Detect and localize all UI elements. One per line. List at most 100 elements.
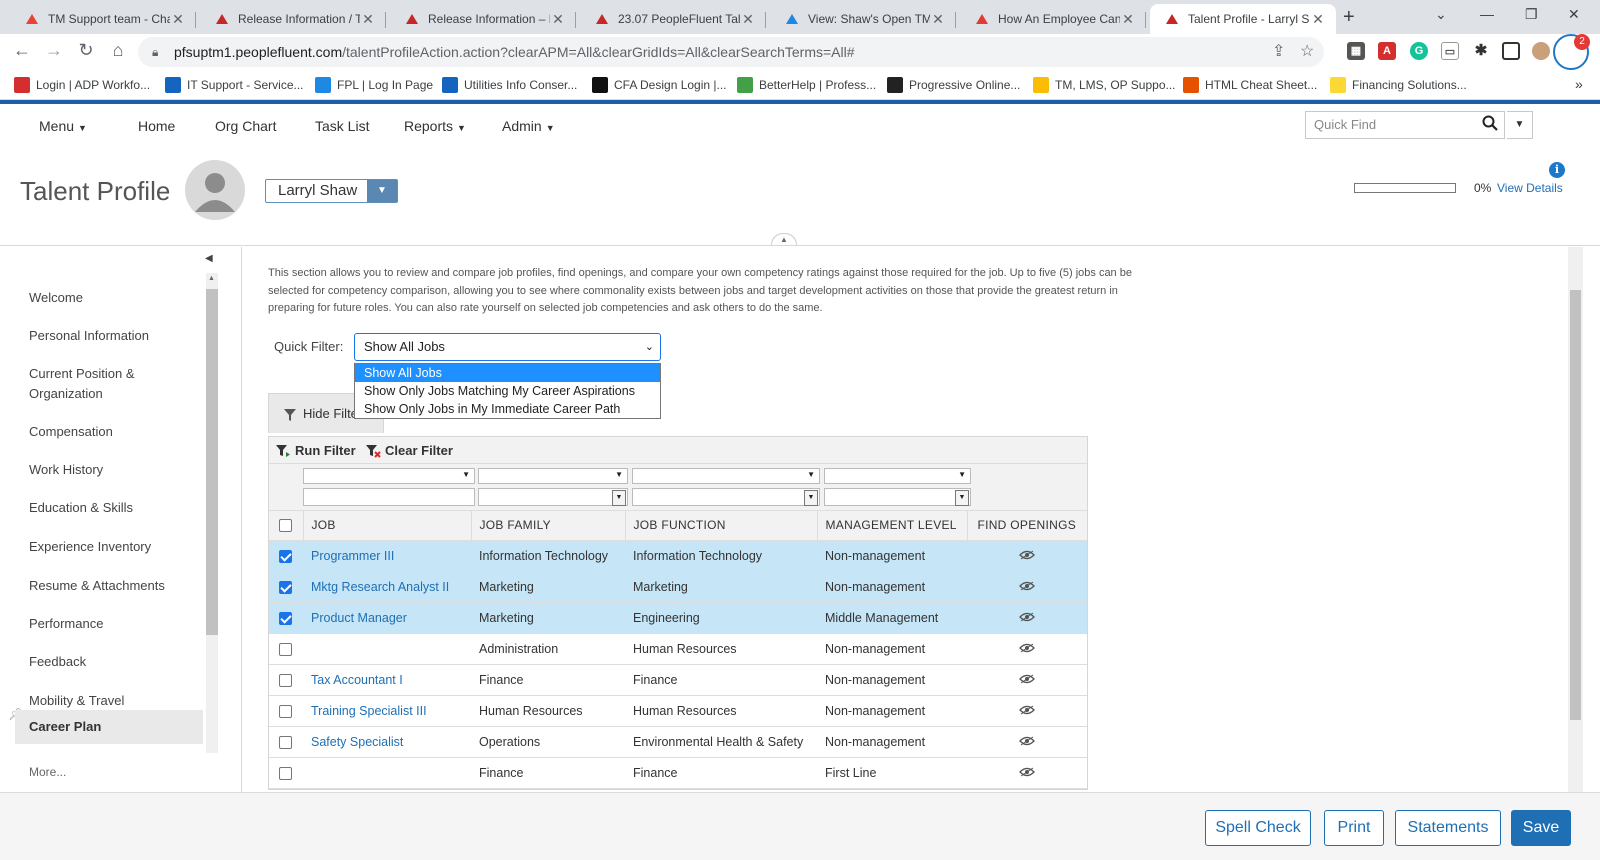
- close-tab-icon[interactable]: ✕: [360, 11, 376, 28]
- nav-admin[interactable]: Admin ▼: [502, 118, 555, 134]
- side-panel-icon[interactable]: [1502, 42, 1520, 60]
- sidebar-item-performance[interactable]: Performance: [29, 614, 189, 634]
- row-checkbox[interactable]: [279, 549, 292, 563]
- sidebar-item-compensation[interactable]: Compensation: [29, 422, 189, 442]
- page-scroll-thumb[interactable]: [1570, 290, 1581, 720]
- bookmark-item[interactable]: Financing Solutions...: [1330, 77, 1467, 93]
- job-filter-input[interactable]: [303, 488, 475, 506]
- row-checkbox[interactable]: [279, 673, 292, 687]
- extension-icon-1[interactable]: ▦: [1347, 42, 1365, 60]
- sidebar-more-link[interactable]: More...: [29, 765, 66, 779]
- spell-check-button[interactable]: Spell Check: [1205, 810, 1311, 846]
- bookmark-item[interactable]: Utilities Info Conser...: [442, 77, 577, 93]
- row-checkbox[interactable]: [279, 735, 292, 749]
- save-button[interactable]: Save: [1511, 810, 1571, 846]
- quick-filter-option[interactable]: Show All Jobs: [355, 364, 660, 382]
- column-header-job-function[interactable]: JOB FUNCTION: [625, 511, 818, 541]
- job-link[interactable]: [303, 633, 471, 665]
- bookmark-item[interactable]: FPL | Log In Page: [315, 77, 433, 93]
- clear-filter-button[interactable]: Clear Filter: [365, 443, 453, 458]
- bookmark-item[interactable]: HTML Cheat Sheet...: [1183, 77, 1317, 93]
- profile-avatar-icon[interactable]: [1532, 42, 1550, 60]
- pdf-extension-icon[interactable]: A: [1378, 42, 1396, 60]
- close-tab-icon[interactable]: ✕: [1120, 11, 1136, 28]
- tab-search-icon[interactable]: ⌄: [1435, 6, 1447, 23]
- quick-find-input[interactable]: Quick Find: [1305, 111, 1505, 139]
- close-window-icon[interactable]: ✕: [1568, 6, 1580, 23]
- nav-home[interactable]: Home: [138, 118, 175, 134]
- management-level-filter-input[interactable]: [824, 488, 971, 506]
- job-function-filter-input[interactable]: [632, 488, 820, 506]
- management-level-filter-operator[interactable]: [824, 468, 971, 484]
- column-header-job[interactable]: JOB: [303, 511, 472, 541]
- row-checkbox[interactable]: [279, 642, 292, 656]
- sidebar-item-experience-inventory[interactable]: Experience Inventory: [29, 537, 189, 557]
- table-row[interactable]: Safety Specialist Operations Environmental…: [269, 726, 1087, 758]
- column-header-job-family[interactable]: JOB FAMILY: [471, 511, 626, 541]
- select-all-checkbox[interactable]: [278, 519, 292, 533]
- sidebar-item-welcome[interactable]: Welcome: [29, 288, 189, 308]
- search-icon[interactable]: [1482, 115, 1498, 131]
- scroll-up-icon[interactable]: ▲: [208, 275, 215, 282]
- job-link[interactable]: Safety Specialist: [303, 726, 471, 758]
- table-row[interactable]: Product Manager Marketing Engineering Middl…: [269, 602, 1087, 634]
- new-tab-button[interactable]: +: [1343, 6, 1355, 29]
- close-tab-icon[interactable]: ✕: [550, 11, 566, 28]
- browser-tab[interactable]: TM Support team - Cha ✕: [10, 4, 196, 34]
- bookmark-star-icon[interactable]: ☆: [1300, 37, 1314, 67]
- job-link[interactable]: Product Manager: [303, 602, 471, 634]
- chevron-down-icon[interactable]: ▼: [367, 180, 397, 202]
- job-function-filter-operator[interactable]: [632, 468, 820, 484]
- browser-tab[interactable]: Release Information / Ta ✕: [200, 4, 386, 34]
- job-link[interactable]: Mktg Research Analyst II: [303, 571, 471, 603]
- browser-tab[interactable]: Talent Profile - Larryl Sh ✕: [1150, 4, 1336, 34]
- quick-filter-select[interactable]: Show All Jobs ⌄: [354, 333, 661, 361]
- minimize-icon[interactable]: —: [1480, 6, 1494, 22]
- job-link[interactable]: [303, 757, 471, 789]
- close-tab-icon[interactable]: ✕: [170, 11, 186, 28]
- statements-button[interactable]: Statements: [1395, 810, 1501, 846]
- row-checkbox[interactable]: [279, 580, 292, 594]
- sidebar-item-education-skills[interactable]: Education & Skills: [29, 498, 189, 518]
- row-checkbox[interactable]: [279, 611, 292, 625]
- grammarly-icon[interactable]: G: [1410, 42, 1428, 60]
- sidebar-item-career-plan[interactable]: Career Plan: [15, 710, 203, 744]
- sidebar-scrollbar[interactable]: ▲: [206, 273, 218, 753]
- table-row[interactable]: Training Specialist III Human Resources Hu…: [269, 695, 1087, 727]
- job-family-filter-input[interactable]: [478, 488, 628, 506]
- find-openings-icon[interactable]: [1018, 767, 1035, 777]
- nav-task-list[interactable]: Task List: [315, 118, 369, 134]
- table-row[interactable]: Mktg Research Analyst II Marketing Marketi…: [269, 571, 1087, 603]
- person-select[interactable]: Larryl Shaw ▼: [265, 179, 398, 203]
- job-family-filter-operator[interactable]: [478, 468, 628, 484]
- bookmark-item[interactable]: Login | ADP Workfo...: [14, 77, 150, 93]
- sidebar-item-personal-information[interactable]: Personal Information: [29, 326, 189, 346]
- table-row[interactable]: Finance Finance First Line: [269, 757, 1087, 789]
- share-icon[interactable]: ⇪: [1272, 37, 1285, 67]
- collapse-sidebar-icon[interactable]: ◀: [205, 253, 213, 264]
- browser-tab[interactable]: Release Information – P ✕: [390, 4, 576, 34]
- print-button[interactable]: Print: [1324, 810, 1384, 846]
- nav-menu[interactable]: Menu ▼: [39, 118, 87, 134]
- more-bookmarks-icon[interactable]: »: [1575, 76, 1583, 92]
- job-link[interactable]: Programmer III: [303, 540, 471, 572]
- home-icon[interactable]: ⌂: [106, 40, 130, 61]
- close-tab-icon[interactable]: ✕: [1310, 11, 1326, 28]
- back-icon[interactable]: ←: [10, 40, 34, 61]
- quick-filter-option[interactable]: Show Only Jobs Matching My Career Aspira…: [355, 382, 660, 400]
- browser-tab[interactable]: View: Shaw's Open TM ✕: [770, 4, 956, 34]
- bookmark-item[interactable]: TM, LMS, OP Suppo...: [1033, 77, 1176, 93]
- sidebar-item-feedback[interactable]: Feedback: [29, 652, 189, 672]
- table-row[interactable]: Tax Accountant I Finance Finance Non-manage…: [269, 664, 1087, 696]
- sidebar-item-work-history[interactable]: Work History: [29, 460, 189, 480]
- find-openings-icon[interactable]: [1018, 581, 1035, 591]
- find-openings-icon[interactable]: [1018, 550, 1035, 560]
- chat-assistant-icon[interactable]: 2: [1553, 34, 1590, 70]
- page-scrollbar[interactable]: [1568, 247, 1583, 792]
- bookmark-item[interactable]: CFA Design Login |...: [592, 77, 727, 93]
- job-link[interactable]: Training Specialist III: [303, 695, 471, 727]
- bookmark-item[interactable]: Progressive Online...: [887, 77, 1020, 93]
- browser-tab[interactable]: How An Employee Can ✕: [960, 4, 1146, 34]
- forward-icon[interactable]: →: [42, 40, 66, 61]
- extensions-puzzle-icon[interactable]: ✱: [1472, 42, 1490, 60]
